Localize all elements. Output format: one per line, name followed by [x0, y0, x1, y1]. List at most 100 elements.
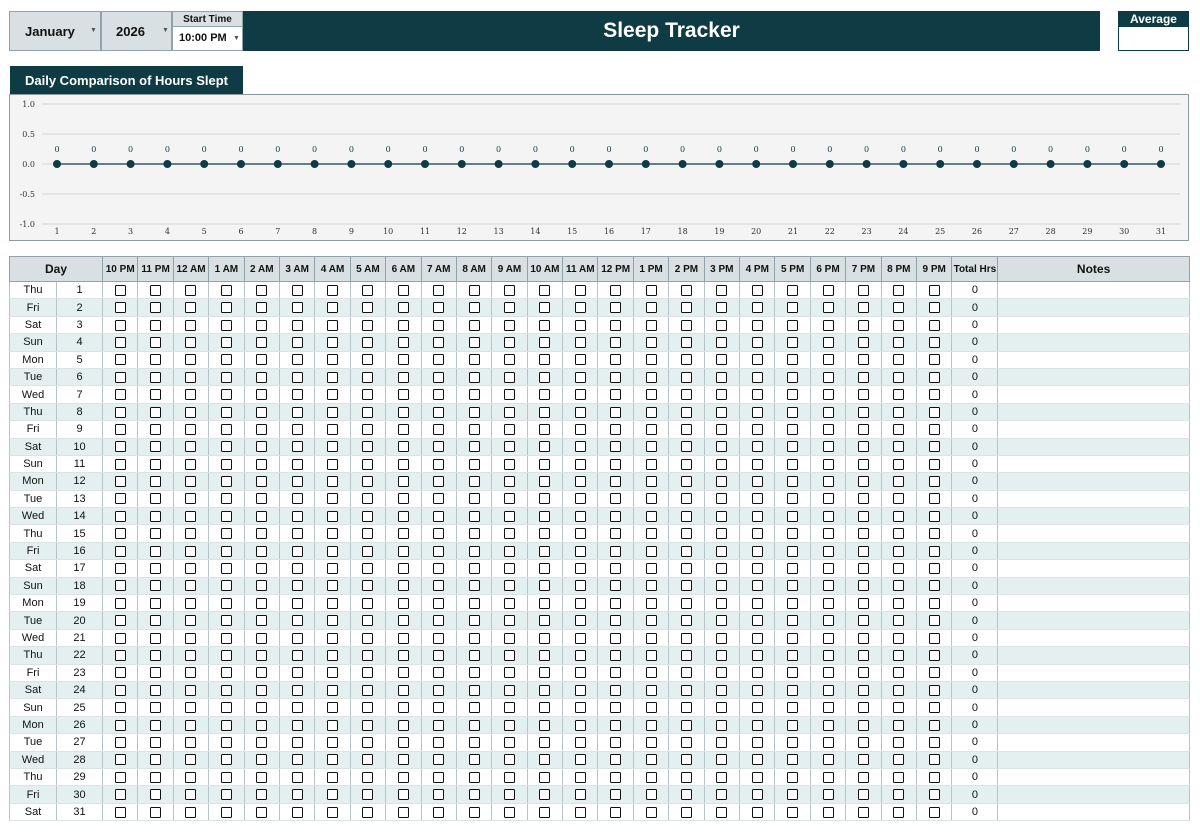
- sleep-checkbox[interactable]: [928, 354, 940, 366]
- sleep-checkbox[interactable]: [610, 336, 622, 348]
- sleep-checkbox[interactable]: [114, 667, 126, 679]
- sleep-checkbox[interactable]: [185, 423, 197, 435]
- sleep-checkbox[interactable]: [716, 336, 728, 348]
- sleep-checkbox[interactable]: [220, 493, 232, 505]
- sleep-checkbox[interactable]: [539, 702, 551, 714]
- sleep-checkbox[interactable]: [751, 302, 763, 314]
- sleep-checkbox[interactable]: [397, 667, 409, 679]
- sleep-checkbox[interactable]: [857, 580, 869, 592]
- sleep-checkbox[interactable]: [716, 302, 728, 314]
- sleep-checkbox[interactable]: [256, 406, 268, 418]
- sleep-checkbox[interactable]: [645, 736, 657, 748]
- sleep-checkbox[interactable]: [680, 580, 692, 592]
- notes-cell[interactable]: [997, 768, 1190, 787]
- sleep-checkbox[interactable]: [787, 354, 799, 366]
- sleep-checkbox[interactable]: [468, 284, 480, 296]
- sleep-checkbox[interactable]: [504, 423, 515, 435]
- notes-cell[interactable]: [997, 803, 1190, 822]
- sleep-checkbox[interactable]: [327, 806, 339, 818]
- sleep-checkbox[interactable]: [680, 563, 692, 575]
- sleep-checkbox[interactable]: [327, 302, 339, 314]
- sleep-checkbox[interactable]: [185, 354, 197, 366]
- sleep-checkbox[interactable]: [185, 458, 197, 470]
- sleep-checkbox[interactable]: [256, 371, 268, 383]
- sleep-checkbox[interactable]: [291, 284, 303, 296]
- sleep-checkbox[interactable]: [504, 354, 515, 366]
- sleep-checkbox[interactable]: [433, 493, 445, 505]
- sleep-checkbox[interactable]: [362, 615, 374, 627]
- sleep-checkbox[interactable]: [822, 632, 834, 644]
- sleep-checkbox[interactable]: [574, 354, 586, 366]
- sleep-checkbox[interactable]: [787, 389, 799, 401]
- sleep-checkbox[interactable]: [716, 476, 728, 488]
- sleep-checkbox[interactable]: [928, 302, 940, 314]
- sleep-checkbox[interactable]: [327, 406, 339, 418]
- sleep-checkbox[interactable]: [539, 493, 551, 505]
- sleep-checkbox[interactable]: [397, 771, 409, 783]
- sleep-checkbox[interactable]: [220, 528, 232, 540]
- sleep-checkbox[interactable]: [610, 597, 622, 609]
- sleep-checkbox[interactable]: [114, 493, 126, 505]
- sleep-checkbox[interactable]: [397, 545, 409, 557]
- sleep-checkbox[interactable]: [893, 719, 905, 731]
- sleep-checkbox[interactable]: [327, 615, 339, 627]
- sleep-checkbox[interactable]: [680, 371, 692, 383]
- sleep-checkbox[interactable]: [645, 476, 657, 488]
- sleep-checkbox[interactable]: [893, 754, 905, 766]
- sleep-checkbox[interactable]: [468, 371, 480, 383]
- sleep-checkbox[interactable]: [256, 441, 268, 453]
- sleep-checkbox[interactable]: [397, 284, 409, 296]
- sleep-checkbox[interactable]: [185, 302, 197, 314]
- notes-cell[interactable]: [997, 420, 1190, 439]
- sleep-checkbox[interactable]: [574, 563, 586, 575]
- sleep-checkbox[interactable]: [716, 580, 728, 592]
- sleep-checkbox[interactable]: [751, 441, 763, 453]
- sleep-checkbox[interactable]: [362, 736, 374, 748]
- sleep-checkbox[interactable]: [857, 336, 869, 348]
- sleep-checkbox[interactable]: [220, 580, 232, 592]
- sleep-checkbox[interactable]: [256, 563, 268, 575]
- sleep-checkbox[interactable]: [504, 284, 515, 296]
- sleep-checkbox[interactable]: [539, 528, 551, 540]
- sleep-checkbox[interactable]: [787, 597, 799, 609]
- sleep-checkbox[interactable]: [220, 789, 232, 801]
- notes-cell[interactable]: [997, 629, 1190, 648]
- sleep-checkbox[interactable]: [893, 441, 905, 453]
- sleep-checkbox[interactable]: [256, 302, 268, 314]
- sleep-checkbox[interactable]: [893, 476, 905, 488]
- sleep-checkbox[interactable]: [610, 771, 622, 783]
- sleep-checkbox[interactable]: [185, 319, 197, 331]
- sleep-checkbox[interactable]: [751, 597, 763, 609]
- sleep-checkbox[interactable]: [397, 354, 409, 366]
- sleep-checkbox[interactable]: [256, 284, 268, 296]
- sleep-checkbox[interactable]: [256, 719, 268, 731]
- sleep-checkbox[interactable]: [220, 719, 232, 731]
- sleep-checkbox[interactable]: [787, 649, 799, 661]
- sleep-checkbox[interactable]: [787, 771, 799, 783]
- sleep-checkbox[interactable]: [504, 736, 515, 748]
- sleep-checkbox[interactable]: [893, 336, 905, 348]
- sleep-checkbox[interactable]: [504, 632, 515, 644]
- sleep-checkbox[interactable]: [822, 667, 834, 679]
- sleep-checkbox[interactable]: [645, 545, 657, 557]
- sleep-checkbox[interactable]: [291, 406, 303, 418]
- sleep-checkbox[interactable]: [822, 545, 834, 557]
- sleep-checkbox[interactable]: [928, 806, 940, 818]
- sleep-checkbox[interactable]: [504, 771, 515, 783]
- sleep-checkbox[interactable]: [645, 336, 657, 348]
- sleep-checkbox[interactable]: [787, 702, 799, 714]
- sleep-checkbox[interactable]: [220, 406, 232, 418]
- notes-cell[interactable]: [997, 298, 1190, 317]
- sleep-checkbox[interactable]: [504, 319, 515, 331]
- sleep-checkbox[interactable]: [787, 667, 799, 679]
- sleep-checkbox[interactable]: [468, 476, 480, 488]
- sleep-checkbox[interactable]: [645, 284, 657, 296]
- sleep-checkbox[interactable]: [857, 789, 869, 801]
- sleep-checkbox[interactable]: [468, 493, 480, 505]
- sleep-checkbox[interactable]: [114, 736, 126, 748]
- start-time-select[interactable]: Start Time 10:00 PM ▼: [172, 11, 243, 51]
- sleep-checkbox[interactable]: [928, 336, 940, 348]
- sleep-checkbox[interactable]: [822, 493, 834, 505]
- notes-cell[interactable]: [997, 385, 1190, 404]
- sleep-checkbox[interactable]: [822, 319, 834, 331]
